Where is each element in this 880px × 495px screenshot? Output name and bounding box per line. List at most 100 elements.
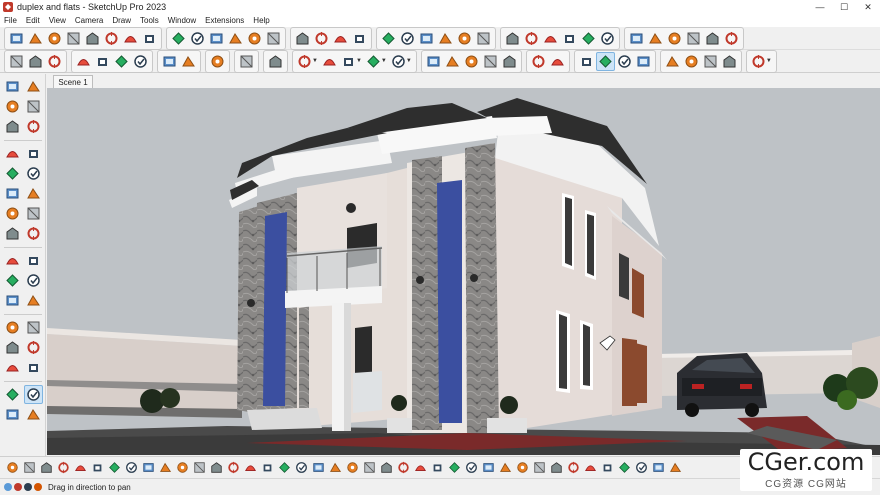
round-corner-icon[interactable] (140, 458, 157, 477)
profile-builder3-icon[interactable] (463, 458, 480, 477)
pan-tool-icon[interactable] (23, 385, 43, 404)
sandbox-smoove-icon[interactable] (4, 458, 21, 477)
cylinder-icon[interactable] (140, 29, 159, 48)
vray6-icon[interactable] (633, 458, 650, 477)
component-tool-icon[interactable] (3, 117, 22, 136)
profile-builder2-icon[interactable] (446, 458, 463, 477)
chart-icon[interactable] (646, 29, 665, 48)
shield-icon[interactable] (560, 29, 579, 48)
house-icon[interactable] (455, 29, 474, 48)
dome-icon[interactable] (121, 29, 140, 48)
folder-open-icon[interactable] (26, 52, 45, 71)
fredo-scale-icon[interactable] (191, 458, 208, 477)
warehouse-3d-icon[interactable] (663, 52, 682, 71)
polygon-tool-icon[interactable] (24, 184, 43, 203)
door-icon[interactable] (474, 29, 493, 48)
rotate-icon[interactable] (462, 52, 481, 71)
orbit-tool-icon[interactable] (3, 385, 22, 404)
offset-tool-icon[interactable] (24, 291, 43, 310)
axes-tool-icon[interactable] (3, 358, 22, 377)
circle-icon[interactable] (45, 29, 64, 48)
profile-builder-icon[interactable] (429, 458, 446, 477)
copy-icon[interactable] (93, 52, 112, 71)
joint-pushpull3-icon[interactable] (310, 458, 327, 477)
curviloft-icon[interactable] (89, 458, 106, 477)
pie-tool-icon[interactable] (24, 224, 43, 243)
tools-on-surface-icon[interactable] (344, 458, 361, 477)
push-pull-tool-icon[interactable] (24, 251, 43, 270)
curviloft2-icon[interactable] (106, 458, 123, 477)
dropdown-caret-icon[interactable]: ▼ (766, 58, 772, 64)
menu-tools[interactable]: Tools (136, 16, 164, 25)
vray2-icon[interactable] (565, 458, 582, 477)
three-point-arc-icon[interactable] (3, 224, 22, 243)
cube-icon[interactable] (207, 29, 226, 48)
search-zoom-icon[interactable] (266, 52, 285, 71)
paint-bucket-icon[interactable] (548, 52, 567, 71)
cut-icon[interactable] (74, 52, 93, 71)
sandbox-stamp-icon[interactable] (21, 458, 38, 477)
spiral-icon[interactable] (579, 29, 598, 48)
sandbox-flip-edge-icon[interactable] (72, 458, 89, 477)
zoom-tool-icon[interactable] (3, 405, 22, 424)
freehand-tool-icon[interactable] (24, 144, 43, 163)
text-tool-icon[interactable] (24, 338, 43, 357)
check-icon[interactable] (503, 29, 522, 48)
fredo-scale4-icon[interactable] (242, 458, 259, 477)
scale-icon[interactable] (481, 52, 500, 71)
dropdown-caret-icon[interactable]: ▼ (381, 58, 387, 64)
profile-builder4-icon[interactable] (480, 458, 497, 477)
two-point-arc-icon[interactable] (24, 204, 43, 223)
tag-tool-icon[interactable] (24, 117, 43, 136)
sandbox-add-detail-icon[interactable] (55, 458, 72, 477)
round-corner2-icon[interactable] (157, 458, 174, 477)
tools-on-surface5-icon[interactable] (412, 458, 429, 477)
menu-window[interactable]: Window (164, 16, 201, 25)
close-button[interactable]: ✕ (856, 0, 880, 14)
pan-hand-icon[interactable] (595, 51, 615, 71)
dropdown-caret-icon[interactable]: ▼ (312, 58, 318, 64)
menu-draw[interactable]: Draw (108, 16, 136, 25)
save-icon[interactable] (45, 52, 64, 71)
extension-icon[interactable] (682, 52, 701, 71)
profile-builder7-icon[interactable] (531, 458, 548, 477)
monitor-icon[interactable] (627, 29, 646, 48)
protractor-tool-icon[interactable] (3, 338, 22, 357)
model-info-icon[interactable] (237, 52, 256, 71)
rotate-tool-icon[interactable] (3, 271, 22, 290)
dropdown-caret-icon[interactable]: ▼ (406, 58, 412, 64)
arc-tool-icon[interactable] (3, 204, 22, 223)
tools-on-surface4-icon[interactable] (395, 458, 412, 477)
offset-icon[interactable] (500, 52, 519, 71)
dropdown-caret-icon[interactable]: ▼ (356, 58, 362, 64)
map-icon[interactable] (379, 29, 398, 48)
vray8-icon[interactable] (667, 458, 684, 477)
orbit-view-icon[interactable] (577, 52, 596, 71)
box-icon[interactable] (188, 29, 207, 48)
minimize-button[interactable]: — (808, 0, 832, 14)
menu-view[interactable]: View (45, 16, 71, 25)
model-viewport[interactable] (47, 88, 880, 455)
sandbox-drape-icon[interactable] (38, 458, 55, 477)
eraser-tool-icon[interactable] (24, 97, 43, 116)
house-outline-icon[interactable] (722, 29, 741, 48)
erase-icon[interactable] (131, 52, 150, 71)
select-tool-icon[interactable] (3, 77, 22, 96)
fredo-scale2-icon[interactable] (208, 458, 225, 477)
lamp-icon[interactable] (83, 29, 102, 48)
fredo-scale5-icon[interactable] (259, 458, 276, 477)
styles-icon[interactable] (720, 52, 739, 71)
sun-icon[interactable] (102, 29, 121, 48)
curviloft3-icon[interactable] (123, 458, 140, 477)
maximize-button[interactable]: ☐ (832, 0, 856, 14)
profile-builder5-icon[interactable] (497, 458, 514, 477)
menu-file[interactable]: File (0, 16, 22, 25)
vray5-icon[interactable] (616, 458, 633, 477)
teapot-icon[interactable] (541, 29, 560, 48)
profile-builder6-icon[interactable] (514, 458, 531, 477)
rectangle-tool-icon[interactable] (3, 164, 22, 183)
zoom-window-icon[interactable] (24, 405, 43, 424)
move-tool-icon[interactable] (3, 251, 22, 270)
eraser-icon[interactable] (320, 52, 339, 71)
vray4-icon[interactable] (599, 458, 616, 477)
